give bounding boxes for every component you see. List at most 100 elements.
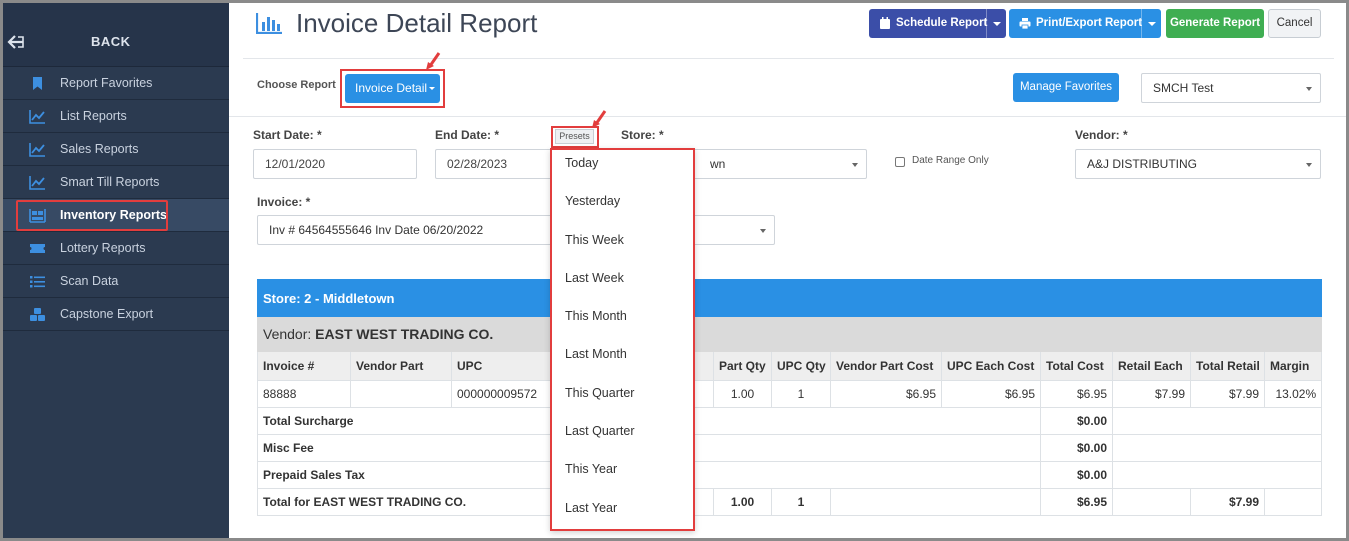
cell-margin: 13.02%	[1263, 380, 1323, 408]
column-header: Vendor Part	[350, 351, 452, 381]
report-type-dropdown[interactable]: Invoice Detail	[345, 74, 440, 103]
sidebar-item-label: Scan Data	[60, 274, 119, 288]
column-header: Margin	[1263, 351, 1323, 381]
cell-vendor-part	[350, 380, 452, 408]
cell-total-retail: $7.99	[1190, 380, 1265, 408]
page-title: Invoice Detail Report	[296, 8, 538, 38]
column-header: UPC Qty	[771, 351, 831, 381]
invoice-select[interactable]: Inv # 64564555646 Inv Date 06/20/2022	[257, 215, 775, 245]
sidebar-item-lottery-reports[interactable]: Lottery Reports	[3, 232, 229, 265]
column-header: Total Retail	[1190, 351, 1265, 381]
calendar-icon	[880, 17, 890, 29]
preset-item-last-week[interactable]: Last Week	[565, 271, 624, 285]
printer-icon	[1019, 18, 1031, 30]
preset-item-this-year[interactable]: This Year	[565, 462, 617, 476]
ticket-icon	[30, 244, 45, 253]
sidebar-item-scan-data[interactable]: Scan Data	[3, 265, 229, 298]
report-table: Store: 2 - Middletown Vendor: EAST WEST …	[256, 279, 1323, 516]
chevron-down-icon	[1306, 87, 1312, 91]
presets-dropdown-menu: Today Yesterday This Week Last Week This…	[550, 148, 695, 531]
column-header: Part Qty	[713, 351, 772, 381]
surcharge-row: Total Surcharge $0.00	[257, 407, 1323, 435]
sidebar-item-label: Sales Reports	[60, 142, 139, 156]
generate-report-button[interactable]: Generate Report	[1166, 9, 1264, 38]
preset-item-this-quarter[interactable]: This Quarter	[565, 386, 634, 400]
start-date-input[interactable]: 12/01/2020	[253, 149, 417, 179]
cell-retail-each: $7.99	[1112, 380, 1191, 408]
cancel-button[interactable]: Cancel	[1268, 9, 1321, 38]
vendor-prefix: Vendor:	[263, 326, 316, 342]
preset-item-this-month[interactable]: This Month	[565, 309, 627, 323]
sidebar-item-sales-reports[interactable]: Sales Reports	[3, 133, 229, 166]
cell-upc: 000000009572	[451, 380, 552, 408]
vendor-header-row: Vendor: EAST WEST TRADING CO.	[256, 316, 1323, 352]
preset-item-yesterday[interactable]: Yesterday	[565, 194, 620, 208]
preset-item-last-quarter[interactable]: Last Quarter	[565, 424, 634, 438]
favorite-select[interactable]: SMCH Test	[1141, 73, 1321, 103]
chevron-down-icon	[1148, 22, 1156, 26]
sidebar-item-inventory-reports[interactable]: Inventory Reports	[3, 199, 229, 232]
table-row: 88888 000000009572 1.00 1 $6.95 $6.95 $6…	[257, 380, 1323, 408]
empty-cell	[1111, 461, 1323, 489]
invoice-select-value: Inv # 64564555646 Inv Date 06/20/2022	[269, 223, 484, 237]
column-header: UPC	[451, 351, 552, 381]
vendor-header: Vendor: EAST WEST TRADING CO.	[256, 316, 1323, 352]
preset-item-today[interactable]: Today	[565, 156, 598, 170]
vendor-select[interactable]: A&J DISTRIBUTING	[1075, 149, 1321, 179]
bar-chart-icon	[256, 13, 282, 34]
back-button[interactable]: BACK	[3, 3, 229, 67]
boxes-icon	[30, 308, 45, 321]
empty-cell	[1111, 407, 1323, 435]
store-header: Store: 2 - Middletown	[256, 279, 1323, 317]
bookmark-icon	[33, 77, 42, 90]
misc-fee-row: Misc Fee $0.00	[257, 434, 1323, 462]
vendor-select-value: A&J DISTRIBUTING	[1087, 157, 1198, 171]
total-part-qty: 1.00	[713, 488, 772, 516]
total-upc-qty: 1	[771, 488, 831, 516]
cell-total-cost: $6.95	[1040, 380, 1113, 408]
preset-item-last-month[interactable]: Last Month	[565, 347, 627, 361]
date-range-only-label: Date Range Only	[912, 155, 989, 166]
schedule-report-label: Schedule Report	[896, 17, 988, 29]
sidebar: BACK Report Favorites List Reports Sales…	[3, 3, 229, 538]
preset-item-last-year[interactable]: Last Year	[565, 501, 617, 515]
end-date-input[interactable]: 02/28/2023	[435, 149, 555, 179]
sidebar-item-list-reports[interactable]: List Reports	[3, 100, 229, 133]
schedule-dropdown-toggle[interactable]	[986, 9, 1006, 38]
print-dropdown-toggle[interactable]	[1141, 9, 1161, 38]
print-export-button[interactable]: Print/Export Report	[1009, 9, 1161, 38]
annotation-arrow-icon	[426, 52, 441, 70]
column-header: UPC Each Cost	[941, 351, 1041, 381]
sidebar-item-report-favorites[interactable]: Report Favorites	[3, 67, 229, 100]
vendor-name: EAST WEST TRADING CO.	[315, 326, 494, 342]
schedule-report-button[interactable]: Schedule Report	[869, 9, 1006, 38]
total-surcharge-value: $0.00	[1040, 407, 1113, 435]
vendor-total-retail: $7.99	[1190, 488, 1265, 516]
invoice-label: Invoice: *	[257, 195, 311, 209]
empty-cell	[1263, 488, 1323, 516]
empty-cell	[1112, 488, 1191, 516]
divider	[229, 116, 1346, 117]
divider	[243, 58, 1334, 59]
store-select-value: wn	[710, 157, 726, 171]
vendor-total-row: Total for EAST WEST TRADING CO. 1.00 1 $…	[257, 488, 1323, 516]
sidebar-item-capstone-export[interactable]: Capstone Export	[3, 298, 229, 331]
manage-favorites-button[interactable]: Manage Favorites	[1013, 73, 1119, 102]
preset-item-this-week[interactable]: This Week	[565, 233, 624, 247]
cell-part-qty: 1.00	[713, 380, 772, 408]
inventory-icon	[29, 209, 46, 223]
sidebar-item-smart-till-reports[interactable]: Smart Till Reports	[3, 166, 229, 199]
presets-button[interactable]: Presets	[555, 129, 594, 144]
chevron-down-icon	[1306, 163, 1312, 167]
empty-cell	[830, 488, 1041, 516]
column-header: Vendor Part Cost	[830, 351, 942, 381]
cell-upc-each-cost: $6.95	[941, 380, 1041, 408]
column-header: Retail Each	[1112, 351, 1191, 381]
chevron-down-icon	[760, 229, 766, 233]
store-label: Store: *	[621, 128, 664, 142]
cell-upc-qty: 1	[771, 380, 831, 408]
line-chart-icon	[29, 110, 45, 124]
date-range-only-checkbox[interactable]	[895, 157, 905, 167]
end-date-label: End Date: *	[435, 128, 500, 142]
vendor-label: Vendor: *	[1075, 128, 1128, 142]
